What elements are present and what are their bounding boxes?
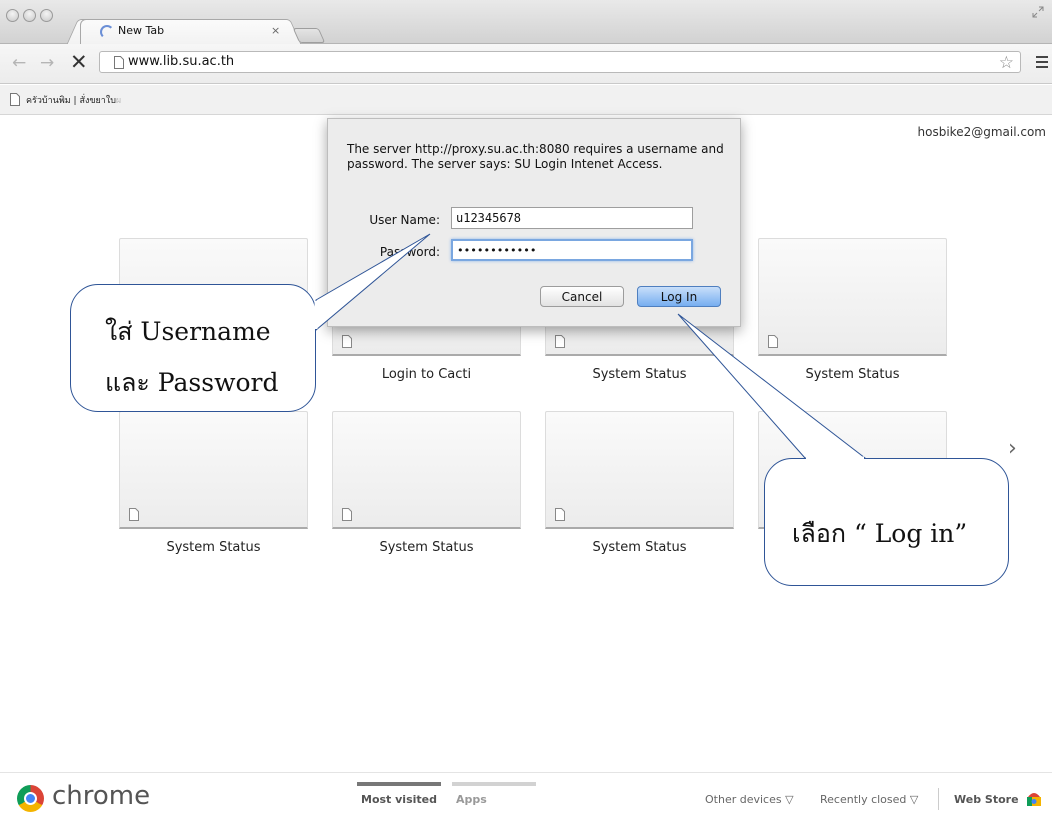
tab-close-icon[interactable]: × <box>271 24 280 37</box>
chrome-wordmark: chrome <box>52 781 151 811</box>
bookmark-item[interactable]: ครัวบ้านพิม | สั่งขยาใบผ <box>26 93 121 107</box>
divider <box>938 788 939 810</box>
url-text: www.lib.su.ac.th <box>128 54 235 69</box>
auth-message: The server http://proxy.su.ac.th:8080 re… <box>347 142 724 171</box>
doc-icon <box>555 508 565 521</box>
menu-icon[interactable] <box>1036 56 1048 68</box>
tile-label: System Status <box>592 367 687 382</box>
web-store-link[interactable]: Web Store <box>954 793 1019 806</box>
other-devices-menu[interactable]: Other devices ▽ <box>705 793 794 806</box>
ntp-bottom-bar: chrome Most visited Apps Other devices ▽… <box>0 772 1052 819</box>
tile-label: System Status <box>592 540 687 555</box>
stop-loading-icon[interactable]: ✕ <box>70 50 88 74</box>
auth-dialog: The server http://proxy.su.ac.th:8080 re… <box>327 118 741 327</box>
browser-toolbar: ← → ✕ www.lib.su.ac.th ☆ <box>0 44 1052 84</box>
callout-login-text: เลือก “ Log in” <box>792 519 968 548</box>
bookmark-page-icon <box>10 93 20 106</box>
tile-label: Login to Cacti <box>381 367 472 382</box>
callout-credentials-line2: และ Password <box>105 368 279 397</box>
close-window-button[interactable] <box>6 9 19 22</box>
doc-icon <box>342 508 352 521</box>
callout-credentials-line1: ใส่ Username <box>105 317 271 346</box>
tile-label: System Status <box>379 540 474 555</box>
loading-spinner-icon <box>100 25 114 39</box>
apps-indicator <box>452 782 536 786</box>
cancel-button[interactable]: Cancel <box>540 286 624 307</box>
tab-most-visited[interactable]: Most visited <box>361 793 437 806</box>
back-arrow-icon[interactable]: ← <box>12 53 26 73</box>
tab-title: New Tab <box>118 24 165 37</box>
fullscreen-icon[interactable] <box>1032 6 1044 18</box>
minimize-window-button[interactable] <box>23 9 36 22</box>
doc-icon <box>129 508 139 521</box>
tile-label: System Status <box>166 540 261 555</box>
zoom-window-button[interactable] <box>40 9 53 22</box>
most-visited-tile[interactable] <box>758 238 947 356</box>
bookmark-label: ครัวบ้านพิม | สั่งขยาใบ <box>26 96 116 106</box>
doc-icon <box>768 335 778 348</box>
address-bar[interactable]: www.lib.su.ac.th ☆ <box>99 51 1021 73</box>
bookmark-label-fade: ผ <box>115 96 122 106</box>
new-tab-button[interactable] <box>292 28 326 43</box>
most-visited-tile[interactable] <box>332 411 521 529</box>
doc-icon <box>342 335 352 348</box>
most-visited-indicator <box>357 782 441 786</box>
tab-apps[interactable]: Apps <box>456 793 487 806</box>
callout-credentials: ใส่ Username และ Password <box>70 284 316 412</box>
page-icon <box>114 56 124 69</box>
password-field[interactable]: •••••••••••• <box>451 239 693 261</box>
password-label: Password: <box>379 245 440 259</box>
chrome-logo-icon <box>17 785 44 812</box>
username-label: User Name: <box>369 213 440 227</box>
forward-arrow-icon[interactable]: → <box>40 53 54 73</box>
login-button[interactable]: Log In <box>637 286 721 307</box>
bookmarks-bar: ครัวบ้านพิม | สั่งขยาใบผ <box>0 85 1052 115</box>
tile-label: System Status <box>805 367 900 382</box>
bookmark-star-icon[interactable]: ☆ <box>999 53 1014 73</box>
signed-in-user-email[interactable]: hosbike2@gmail.com <box>918 125 1046 139</box>
most-visited-tile[interactable] <box>119 411 308 529</box>
web-store-icon[interactable] <box>1025 791 1043 807</box>
doc-icon <box>555 335 565 348</box>
window-titlebar: New Tab × <box>0 0 1052 45</box>
recently-closed-menu[interactable]: Recently closed ▽ <box>820 793 918 806</box>
username-field[interactable]: u12345678 <box>451 207 693 229</box>
most-visited-tile[interactable] <box>545 411 734 529</box>
callout-login: เลือก “ Log in” <box>764 458 1009 586</box>
next-page-arrow-icon[interactable]: › <box>1008 436 1017 461</box>
